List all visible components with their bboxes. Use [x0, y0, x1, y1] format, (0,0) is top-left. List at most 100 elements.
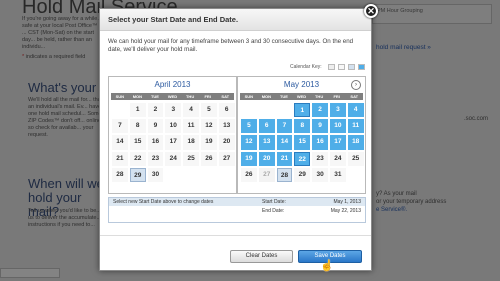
day-cell[interactable]: 11 — [183, 119, 199, 134]
day-cell: 27 — [258, 167, 275, 182]
calendar-key: Calendar Key: — [290, 64, 365, 70]
close-icon[interactable]: ✕ — [364, 4, 378, 18]
day-cell[interactable]: 3 — [165, 103, 182, 118]
day-cell[interactable]: 29 — [294, 167, 311, 182]
day-cell[interactable]: 24 — [165, 151, 182, 166]
day-cell[interactable]: 8 — [129, 119, 146, 134]
day-cell[interactable]: 30 — [312, 167, 328, 182]
day-cell[interactable]: 1 — [294, 103, 311, 118]
day-cell[interactable]: 27 — [218, 151, 235, 166]
day-cell[interactable]: 23 — [312, 151, 328, 166]
day-cell[interactable]: 26 — [241, 167, 257, 182]
calendar-april: April 2013 SUN MON TUE WED THU FRI SAT 1234567… — [108, 76, 237, 194]
day-cell[interactable]: 17 — [329, 135, 346, 150]
day-cell[interactable]: 13 — [258, 135, 275, 150]
date-summary: Select new Start Date above to change da… — [108, 197, 366, 223]
day-cell[interactable]: 18 — [183, 135, 199, 150]
day-cell[interactable]: 4 — [183, 103, 199, 118]
day-cell[interactable]: 6 — [258, 119, 275, 134]
calendar-month-title: May 2013 — [283, 80, 320, 89]
day-cell[interactable]: 30 — [147, 167, 164, 182]
day-cell[interactable]: 17 — [165, 135, 182, 150]
day-cell[interactable]: 5 — [200, 103, 217, 118]
key-today-swatch — [347, 64, 355, 70]
day-cell[interactable]: 12 — [241, 135, 257, 150]
day-cell[interactable]: 24 — [329, 151, 346, 166]
day-cell[interactable]: 21 — [112, 151, 128, 166]
day-cell[interactable]: 28 — [276, 167, 293, 182]
empty-day-cell — [241, 103, 257, 117]
day-cell[interactable]: 18 — [347, 135, 364, 150]
empty-day-cell — [277, 103, 293, 117]
day-grid: 1 2 3 4 5 6 7 8 9 10 11 12 13 14 15 16 17 18 19 20 21 22 23 24 2… — [111, 102, 235, 183]
day-cell[interactable]: 15 — [129, 135, 146, 150]
next-month-icon[interactable]: › — [351, 80, 361, 90]
footer-divider — [100, 235, 371, 236]
day-cell[interactable]: 28 — [112, 167, 128, 182]
day-cell[interactable]: 10 — [329, 119, 346, 134]
weekday-label: WED — [296, 94, 307, 99]
day-cell[interactable]: 25 — [183, 151, 199, 166]
day-cell[interactable]: 16 — [147, 135, 164, 150]
summary-row-end: End Date: May 22, 2013 — [109, 207, 365, 215]
weekday-label: SUN — [244, 94, 254, 99]
day-cell[interactable]: 11 — [347, 119, 364, 134]
day-cell[interactable]: 7 — [276, 119, 293, 134]
day-cell[interactable]: 5 — [241, 119, 257, 134]
end-date-value: May 22, 2013 — [330, 208, 361, 214]
weekday-label: MON — [132, 94, 143, 99]
day-cell[interactable]: 10 — [165, 119, 182, 134]
day-cell[interactable]: 16 — [312, 135, 328, 150]
day-cell[interactable]: 14 — [276, 135, 293, 150]
clear-dates-button[interactable]: Clear Dates — [230, 250, 293, 263]
start-date-value: May 1, 2013 — [333, 199, 361, 205]
day-cell[interactable]: 2 — [147, 103, 164, 118]
day-cell[interactable]: 25 — [347, 151, 364, 166]
day-cell[interactable]: 29 — [129, 167, 146, 182]
day-cell[interactable]: 12 — [200, 119, 217, 134]
day-cell[interactable]: 22 — [129, 151, 146, 166]
day-cell[interactable]: 9 — [312, 119, 328, 134]
date-picker-modal: Select your Start Date and End Date. We … — [99, 8, 372, 272]
weekday-label: SAT — [221, 94, 230, 99]
start-date-label: Start Date: — [262, 199, 286, 205]
day-cell[interactable]: 19 — [241, 151, 257, 166]
day-cell[interactable]: 21 — [276, 151, 293, 166]
empty-day-cell — [201, 168, 217, 182]
weekday-header: SUN MON TUE WED THU FRI SAT — [111, 93, 234, 100]
modal-header: Select your Start Date and End Date. — [100, 9, 371, 31]
day-cell[interactable]: 20 — [258, 151, 275, 166]
weekday-label: TUE — [279, 94, 288, 99]
day-cell[interactable]: 4 — [347, 103, 364, 118]
day-cell[interactable]: 8 — [294, 119, 311, 134]
day-cell[interactable]: 26 — [200, 151, 217, 166]
day-cell[interactable]: 31 — [329, 167, 346, 182]
calendar-month-title: April 2013 — [154, 80, 191, 89]
day-cell[interactable]: 7 — [112, 119, 128, 134]
empty-day-cell — [219, 168, 235, 182]
empty-day-cell — [259, 103, 275, 117]
summary-row-start: Select new Start Date above to change da… — [109, 198, 365, 206]
weekday-label: TUE — [150, 94, 159, 99]
day-cell[interactable]: 14 — [112, 135, 128, 150]
day-cell[interactable]: 22 — [294, 151, 311, 166]
day-cell[interactable]: 13 — [218, 119, 235, 134]
weekday-header: SUN MON TUE WED THU FRI SAT — [240, 93, 363, 100]
calendar-may: May 2013 › SUN MON TUE WED THU FRI SAT 1234567… — [237, 76, 366, 194]
day-cell[interactable]: 19 — [200, 135, 217, 150]
weekday-label: FRI — [333, 94, 340, 99]
day-cell[interactable]: 23 — [147, 151, 164, 166]
day-cell[interactable]: 2 — [312, 103, 328, 118]
day-cell[interactable]: 3 — [329, 103, 346, 118]
day-cell[interactable]: 6 — [218, 103, 235, 118]
weekday-label: SUN — [115, 94, 125, 99]
key-selected-swatch — [357, 64, 365, 70]
weekday-label: THU — [314, 94, 324, 99]
day-cell[interactable]: 20 — [218, 135, 235, 150]
day-cell[interactable]: 1 — [129, 103, 146, 118]
empty-day-cell — [112, 103, 128, 117]
day-cell[interactable]: 15 — [294, 135, 311, 150]
weekday-label: WED — [167, 94, 178, 99]
key-unavailable-swatch — [327, 64, 335, 70]
day-cell[interactable]: 9 — [147, 119, 164, 134]
